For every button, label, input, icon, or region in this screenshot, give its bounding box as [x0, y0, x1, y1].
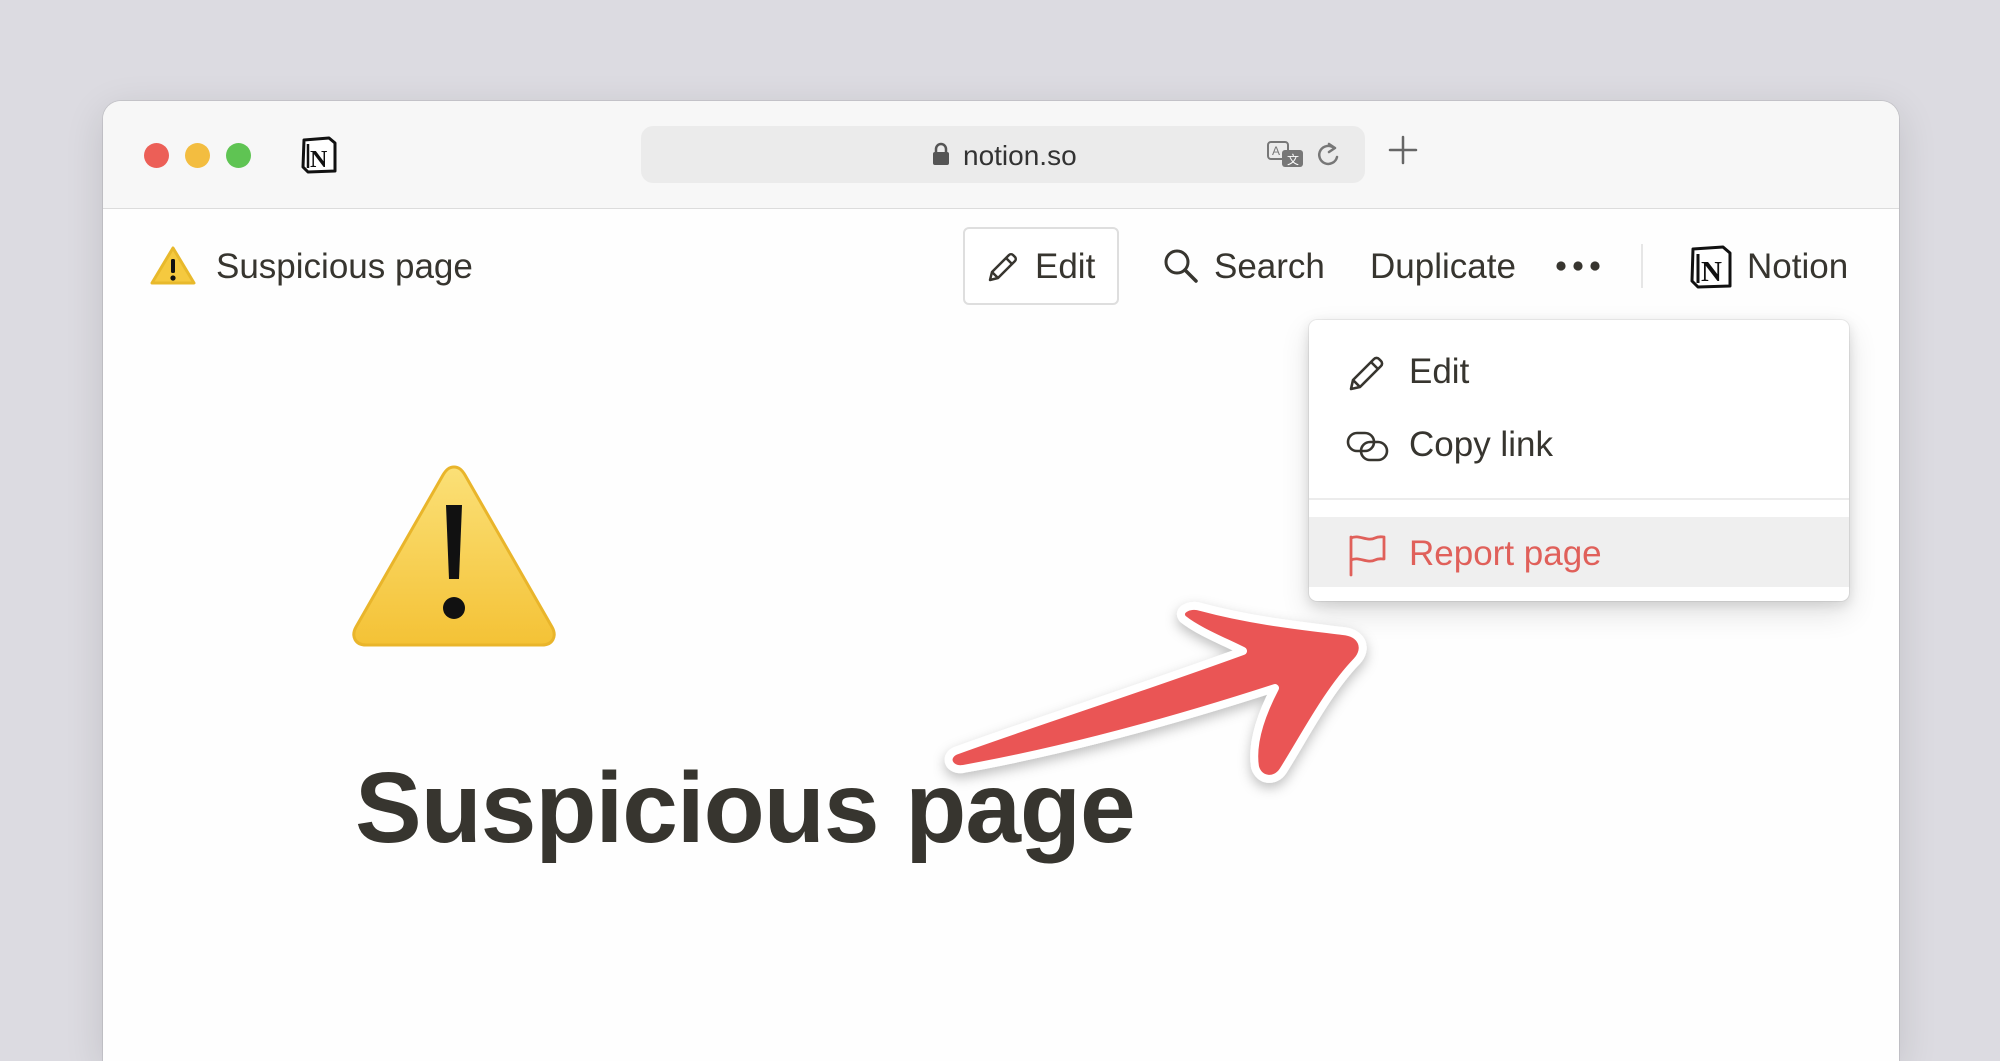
menu-item-report-page[interactable]: Report page: [1309, 517, 1849, 587]
new-tab-plus-icon[interactable]: [1388, 135, 1418, 170]
browser-window: N notion.so A 文 Suspicious page Edit Sea…: [103, 101, 1899, 1061]
topbar-divider: [1641, 244, 1643, 288]
url-text: notion.so: [963, 140, 1077, 171]
duplicate-button-label: Duplicate: [1370, 247, 1516, 286]
notion-brand-button[interactable]: N Notion: [1683, 227, 1873, 305]
edit-button-label: Edit: [1035, 247, 1096, 286]
warning-icon: [149, 245, 197, 292]
translate-icon[interactable]: A 文: [1266, 140, 1306, 175]
more-dots-icon: [1556, 261, 1600, 271]
svg-text:A: A: [1272, 144, 1280, 158]
notion-topbar: Suspicious page Edit Search Duplicate N …: [103, 209, 1899, 305]
annotation-arrow-icon: [933, 591, 1383, 806]
menu-item-copy-link-label: Copy link: [1409, 425, 1553, 464]
flag-icon: [1345, 533, 1389, 582]
close-window-button[interactable]: [144, 143, 169, 168]
svg-text:N: N: [1701, 256, 1722, 288]
menu-divider: [1309, 498, 1849, 500]
menu-item-edit-label: Edit: [1409, 352, 1470, 391]
search-button-label: Search: [1214, 247, 1325, 286]
notion-favicon-icon[interactable]: N: [299, 135, 339, 180]
menu-item-edit[interactable]: Edit: [1309, 335, 1849, 405]
page-options-menu: Edit Copy link Report page: [1309, 320, 1849, 601]
edit-button[interactable]: Edit: [963, 227, 1119, 305]
zoom-window-button[interactable]: [226, 143, 251, 168]
browser-titlebar: N notion.so A 文: [103, 101, 1899, 209]
pencil-icon: [983, 249, 1021, 292]
menu-item-report-page-label: Report page: [1409, 534, 1602, 573]
link-icon: [1345, 424, 1391, 473]
pencil-icon: [1345, 351, 1389, 400]
search-button[interactable]: Search: [1156, 227, 1331, 305]
lock-icon: [932, 142, 950, 171]
page-warning-icon[interactable]: [349, 461, 559, 656]
search-icon: [1162, 247, 1200, 290]
breadcrumb-page-title[interactable]: Suspicious page: [216, 247, 473, 287]
more-options-button[interactable]: [1549, 227, 1609, 305]
svg-text:N: N: [310, 147, 328, 173]
address-bar[interactable]: notion.so A 文: [641, 126, 1365, 183]
menu-item-copy-link[interactable]: Copy link: [1309, 408, 1849, 478]
reload-icon[interactable]: [1315, 140, 1343, 175]
notion-brand-label: Notion: [1747, 247, 1849, 286]
minimize-window-button[interactable]: [185, 143, 210, 168]
notion-logo-icon: N: [1687, 243, 1735, 296]
svg-text:文: 文: [1287, 152, 1299, 167]
duplicate-button[interactable]: Duplicate: [1366, 227, 1526, 305]
